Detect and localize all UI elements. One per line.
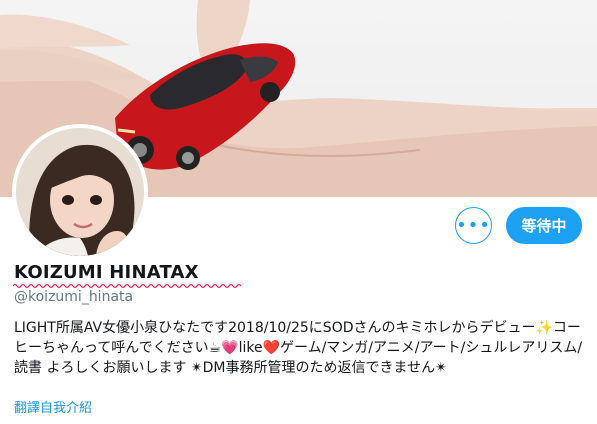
profile-bio: LIGHT所属AV女優小泉ひなたです2018/10/25にSODさんのキミホレか… bbox=[14, 320, 583, 376]
profile-avatar[interactable] bbox=[12, 124, 148, 260]
profile-handle: @koizumi_hinata bbox=[14, 289, 134, 305]
more-button[interactable]: ••• bbox=[455, 207, 492, 244]
translate-bio-link[interactable]: 翻譯自我介紹 bbox=[14, 397, 92, 416]
profile-display-name: KOIZUMI HINATAX bbox=[14, 262, 199, 283]
more-icon: ••• bbox=[456, 215, 491, 236]
pending-follow-button[interactable]: 等待中 bbox=[506, 207, 582, 244]
avatar-image bbox=[16, 128, 144, 256]
